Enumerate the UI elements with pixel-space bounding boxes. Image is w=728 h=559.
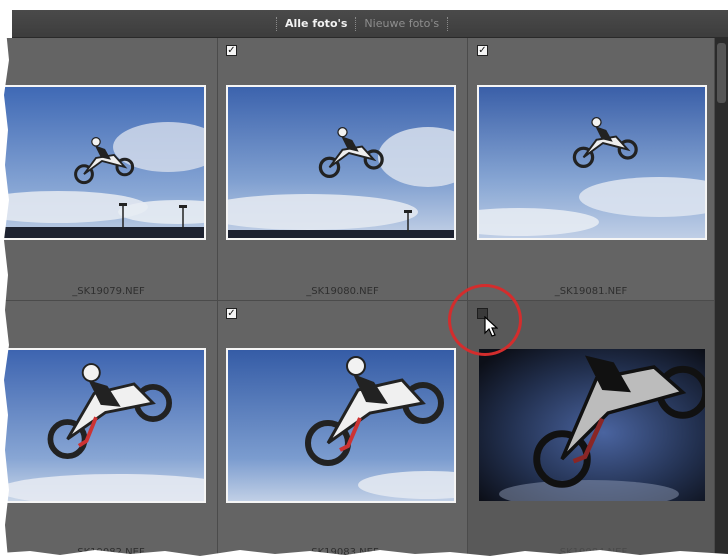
photo-filename: _SK19079.NEF <box>72 286 145 297</box>
motocross-photo-image <box>228 87 454 238</box>
motocross-photo-image <box>228 350 454 501</box>
grid-cell[interactable]: ✓ <box>218 301 468 559</box>
grid-cell[interactable]: _SK19079.NEF <box>0 38 218 301</box>
photo-thumbnail[interactable] <box>0 85 206 240</box>
lightroom-grid-view: Alle foto's Nieuwe foto's _SK19079.NEF ✓… <box>0 0 728 559</box>
photo-thumbnail[interactable] <box>226 85 456 240</box>
photo-thumbnail[interactable] <box>0 348 206 503</box>
torn-edge-left <box>0 0 10 559</box>
grid-cell[interactable]: ✓ <box>468 38 715 301</box>
scrollbar-thumb[interactable] <box>717 43 726 103</box>
photo-thumbnail[interactable] <box>477 85 707 240</box>
tab-divider <box>447 16 449 31</box>
photo-filename: _SK19080.NEF <box>306 286 379 297</box>
motocross-photo-image <box>479 87 705 238</box>
photo-thumbnail[interactable] <box>479 349 705 501</box>
tab-divider <box>276 16 277 31</box>
grid-cell[interactable]: ✓ <box>218 38 468 301</box>
motocross-photo-image <box>479 349 705 501</box>
tab-all-photos[interactable]: Alle foto's <box>283 17 349 30</box>
photo-thumbnail[interactable] <box>226 348 456 503</box>
pick-flag-checkbox[interactable]: ✓ <box>226 45 237 56</box>
tab-divider <box>355 16 357 31</box>
import-source-tabs: Alle foto's Nieuwe foto's <box>270 10 454 37</box>
mouse-cursor-icon <box>484 316 498 337</box>
thumbnail-grid: _SK19079.NEF ✓ _SK19080.NEF ✓ _SK19081.N… <box>0 38 715 559</box>
torn-edge-bottom <box>0 550 728 559</box>
library-filter-bar: Alle foto's Nieuwe foto's <box>12 10 728 38</box>
pick-flag-checkbox[interactable]: ✓ <box>477 45 488 56</box>
tab-new-photos[interactable]: Nieuwe foto's <box>362 17 441 30</box>
pick-flag-checkbox[interactable]: ✓ <box>226 308 237 319</box>
motocross-photo-image <box>0 350 204 501</box>
grid-cell[interactable]: _SK19082.NEF <box>0 301 218 559</box>
grid-scrollbar[interactable] <box>715 37 728 559</box>
motocross-photo-image <box>0 87 204 238</box>
